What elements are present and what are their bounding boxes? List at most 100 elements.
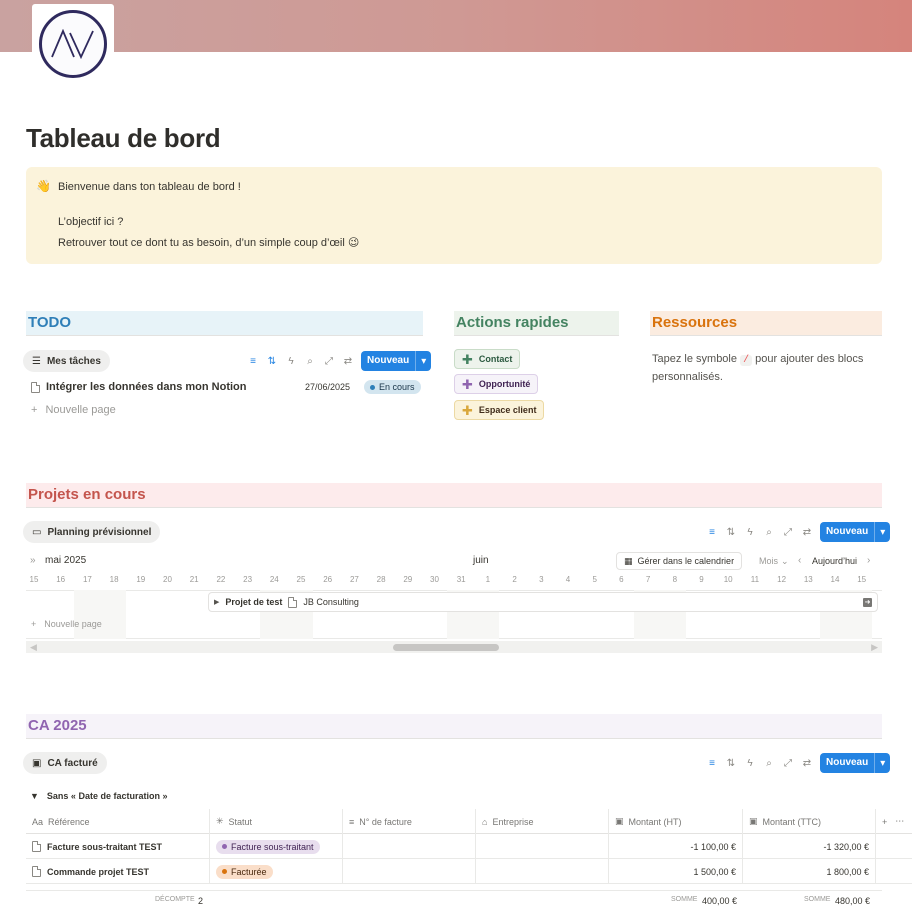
client-space-button[interactable]: ✚ Espace client xyxy=(454,400,545,420)
status-cell[interactable]: Facture sous-traitant xyxy=(210,834,343,859)
text-prop-icon: Aa xyxy=(32,816,44,827)
table-row[interactable]: Facture sous-traitant TEST Facture sous-… xyxy=(26,834,912,859)
col-amount-ht[interactable]: ▣ Montant (HT) xyxy=(609,809,743,834)
chevron-down-icon[interactable]: ▾ xyxy=(874,522,890,542)
ref-cell[interactable]: Commande projet TEST xyxy=(26,859,210,884)
task-title[interactable]: Intégrer les données dans mon Notion xyxy=(46,381,246,393)
timeline-days: 15 16 17 18 19 20 21 22 23 24 25 26 27 28 29 30 31 1 2 3 4 5 6… xyxy=(26,575,882,587)
view-tab-planning[interactable]: ▭ Planning prévisionnel xyxy=(23,521,161,543)
search-icon[interactable]: ⌕ xyxy=(304,355,316,367)
today-button[interactable]: Aujourd’hui xyxy=(812,556,857,566)
table-header: Aa Référence ✳ Statut ≡ N° de facture ⌂ … xyxy=(26,809,912,834)
open-icon[interactable]: ➜ xyxy=(863,597,872,607)
amount-ttc-cell[interactable]: -1 320,00 € xyxy=(743,834,876,859)
next-icon[interactable]: › xyxy=(867,555,870,566)
new-button[interactable]: Nouveau ▾ xyxy=(820,753,891,773)
col-reference[interactable]: Aa Référence xyxy=(26,809,210,834)
sort-icon[interactable]: ⇅ xyxy=(725,757,737,769)
company-cell[interactable] xyxy=(476,834,609,859)
col-company[interactable]: ⌂ Entreprise xyxy=(476,809,609,834)
sum-label-ttc: SOMME xyxy=(804,896,831,903)
horizontal-scrollbar[interactable]: ◀ ▶ xyxy=(26,641,882,653)
add-column-icon[interactable]: + xyxy=(882,817,887,827)
period-select[interactable]: Mois ⌄ xyxy=(759,556,789,567)
status-badge[interactable]: En cours xyxy=(364,380,421,394)
timeline-new-page[interactable]: + Nouvelle page xyxy=(31,619,102,629)
amount-ht-cell[interactable]: 1 500,00 € xyxy=(609,859,743,884)
ref-cell[interactable]: Facture sous-traitant TEST xyxy=(26,834,210,859)
plus-icon: + xyxy=(31,404,38,416)
view-tab-label: Mes tâches xyxy=(46,355,101,367)
scroll-right-icon[interactable]: ▶ xyxy=(871,642,878,653)
triangle-right-icon[interactable]: ▶ xyxy=(214,598,219,606)
invoice-number-cell[interactable] xyxy=(343,859,476,884)
search-icon[interactable]: ⌕ xyxy=(763,757,775,769)
filter-icon[interactable]: ≡ xyxy=(706,757,718,769)
settings-icon[interactable]: ⇄ xyxy=(342,355,354,367)
scroll-thumb[interactable] xyxy=(393,644,499,651)
contact-button[interactable]: ✚ Contact xyxy=(454,349,521,369)
col-status[interactable]: ✳ Statut xyxy=(210,809,343,834)
new-button[interactable]: Nouveau ▾ xyxy=(361,351,432,371)
col-amount-ttc[interactable]: ▣ Montant (TTC) xyxy=(743,809,876,834)
timeline-day: 28 xyxy=(376,575,386,584)
status-prop-icon: ✳ xyxy=(216,816,224,826)
timeline-day: 23 xyxy=(243,575,253,584)
new-page-label: Nouvelle page xyxy=(44,619,102,629)
col-invoice-number[interactable]: ≡ N° de facture xyxy=(343,809,476,834)
amount-ht-cell[interactable]: -1 100,00 € xyxy=(609,834,743,859)
sort-icon[interactable]: ⇅ xyxy=(725,526,737,538)
status-dot xyxy=(370,384,375,390)
timeline-day: 20 xyxy=(163,575,172,584)
page-icon[interactable] xyxy=(32,4,114,88)
page-cover xyxy=(0,0,912,52)
prev-icon[interactable]: ‹ xyxy=(798,555,801,566)
scroll-left-icon[interactable]: ◀ xyxy=(30,642,37,653)
expand-icon[interactable]: ⤢ xyxy=(323,355,335,367)
timeline-day: 4 xyxy=(565,575,571,584)
contact-label: Contact xyxy=(478,354,513,364)
group-header[interactable]: ▼ Sans « Date de facturation » xyxy=(30,791,167,801)
status-label: Facturée xyxy=(231,866,267,877)
sort-icon[interactable]: ⇅ xyxy=(266,355,278,367)
col-actions: + ⋯ xyxy=(876,809,912,834)
automation-icon[interactable]: ϟ xyxy=(744,757,756,769)
calendar-icon: ▦ xyxy=(624,555,633,566)
col-label: Montant (HT) xyxy=(628,816,682,827)
filter-icon[interactable]: ≡ xyxy=(247,355,259,367)
invoice-number-cell[interactable] xyxy=(343,834,476,859)
settings-icon[interactable]: ⇄ xyxy=(801,526,813,538)
expand-icon[interactable]: ⤢ xyxy=(782,526,794,538)
timeline-day: 5 xyxy=(592,575,597,584)
automation-icon[interactable]: ϟ xyxy=(285,355,297,367)
chevron-down-icon[interactable]: ▾ xyxy=(874,753,890,773)
timeline-item-bar[interactable]: ▶ Projet de test JB Consulting ➜ xyxy=(208,592,878,612)
table-row[interactable]: Commande projet TEST Facturée 1 500,00 €… xyxy=(26,859,912,884)
amount-ttc-cell[interactable]: 1 800,00 € xyxy=(743,859,876,884)
todo-new-page[interactable]: + Nouvelle page xyxy=(31,404,116,416)
status-cell[interactable]: Facturée xyxy=(210,859,343,884)
search-icon[interactable]: ⌕ xyxy=(763,526,775,538)
more-icon[interactable]: ⋯ xyxy=(895,816,904,827)
settings-icon[interactable]: ⇄ xyxy=(801,757,813,769)
new-button[interactable]: Nouveau ▾ xyxy=(820,522,891,542)
expand-icon[interactable]: ⤢ xyxy=(782,757,794,769)
filter-icon[interactable]: ≡ xyxy=(706,526,718,538)
automation-icon[interactable]: ϟ xyxy=(744,526,756,538)
company-cell[interactable] xyxy=(476,859,609,884)
resources-text-before: Tapez le symbole xyxy=(652,353,737,365)
collapse-icon[interactable]: » xyxy=(30,555,36,566)
timeline-day: 16 xyxy=(56,575,66,584)
manage-calendar-button[interactable]: ▦ Gérer dans le calendrier xyxy=(616,552,743,570)
opportunity-button[interactable]: ✚ Opportunité xyxy=(454,374,539,394)
chevron-down-icon[interactable]: ▾ xyxy=(415,351,431,371)
task-date: 27/06/2025 xyxy=(305,382,351,392)
count-value: 2 xyxy=(198,896,204,906)
view-tab-ca[interactable]: ▣ CA facturé xyxy=(23,752,107,774)
plus-icon: ✚ xyxy=(462,402,473,418)
client-space-label: Espace client xyxy=(478,405,537,415)
status-label: Facture sous-traitant xyxy=(231,841,314,852)
actions-heading: Actions rapides xyxy=(454,311,619,336)
view-tab-my-tasks[interactable]: ☰ Mes tâches xyxy=(23,350,110,372)
col-label: N° de facture xyxy=(359,816,412,827)
